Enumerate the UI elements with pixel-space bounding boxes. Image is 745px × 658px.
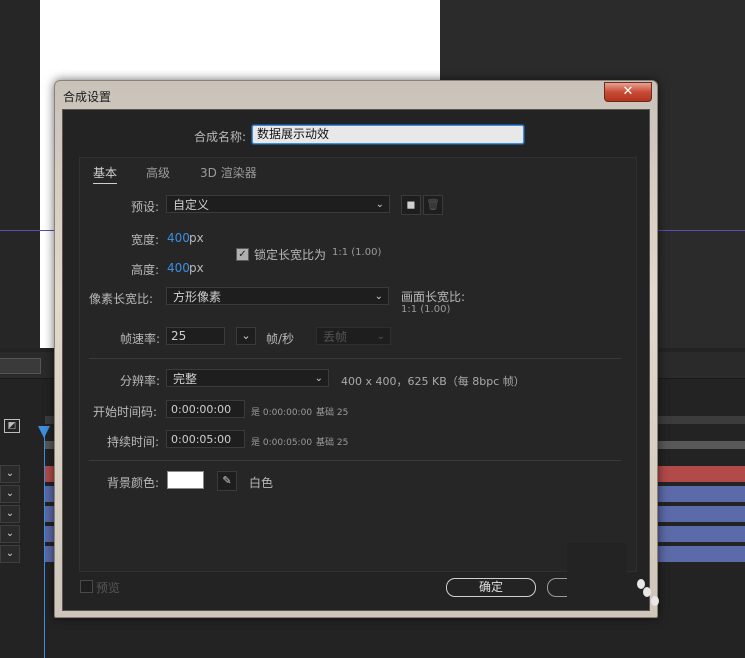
background-color-label: 背景颜色: [107,476,160,490]
tab-basic[interactable]: 基本 [93,164,118,184]
comp-icon[interactable]: ◩ [4,419,20,433]
preview-label: 预览 [96,581,121,595]
duration-input[interactable]: 0:00:05:00 [166,430,245,448]
frame-aspect-value: 1:1 (1.00) [401,304,451,315]
drop-frame-value: 丢帧 [323,330,348,344]
frame-rate-input[interactable]: 25 [166,327,225,345]
width-unit: px [189,231,204,245]
comp-name-input[interactable]: 数据展示动效 [252,125,524,144]
preset-value: 自定义 [173,198,210,212]
left-panel-strip [0,0,40,348]
frame-rate-unit: 帧/秒 [266,332,295,346]
pixel-aspect-dropdown[interactable]: 方形像素 ⌄ [166,287,389,305]
close-button[interactable]: ✕ [604,82,652,102]
layer-twirl-toggle[interactable]: ⌄ [0,465,20,483]
eyedropper-icon[interactable]: ✎ [217,471,237,491]
width-label: 宽度: [131,233,160,247]
layer-twirl-toggle[interactable]: ⌄ [0,485,20,503]
height-label: 高度: [131,263,160,277]
watermark-overlay [567,543,659,606]
duration-info: 是 0:00:05:00 [251,438,313,448]
layer-twirl-toggle[interactable]: ⌄ [0,545,20,563]
new-preset-icon[interactable]: ◼ [401,195,421,215]
width-value[interactable]: 400 [167,231,190,245]
layer-twirl-toggle[interactable]: ⌄ [0,525,20,543]
background-color-name: 白色 [249,476,274,490]
playhead-line [44,430,45,658]
lock-aspect-label: 锁定长宽比为 [254,248,327,262]
layer-twirl-toggle[interactable]: ⌄ [0,505,20,523]
resolution-label: 分辨率: [120,374,161,388]
close-icon: ✕ [622,84,634,99]
chevron-down-icon: ⌄ [314,373,323,384]
section-divider [89,460,621,461]
resolution-info: 400 x 400，625 KB（每 8bpc 帧） [341,375,525,388]
settings-panel: 基本 高级 3D 渲染器 预设: 自定义 ⌄ ◼ 🗑 宽度: 400 px ✓ … [79,157,637,572]
start-timecode-info: 是 0:00:00:00 [251,408,313,418]
preset-dropdown[interactable]: 自定义 ⌄ [166,195,390,213]
duration-label: 持续时间: [107,435,160,449]
tab-3d-renderer[interactable]: 3D 渲染器 [200,164,257,181]
height-value[interactable]: 400 [167,261,190,275]
frame-rate-dropdown[interactable]: ⌄ [236,327,256,345]
preset-label: 预设: [131,200,160,214]
timeline-search-field[interactable] [0,358,41,374]
section-divider [89,358,621,359]
start-timecode-base: 基础 25 [316,408,349,418]
composition-settings-dialog: 合成设置 ✕ 合成名称: 数据展示动效 基本 高级 3D 渲染器 预设: 自定义… [54,80,658,618]
lock-aspect-checkbox[interactable]: ✓ [236,248,249,261]
dialog-title: 合成设置 [63,90,112,104]
comp-name-label: 合成名称: [194,130,247,144]
frame-aspect-label: 画面长宽比: [401,290,466,304]
chevron-down-icon: ⌄ [374,291,383,302]
drop-frame-dropdown: 丢帧 ⌄ [316,327,391,345]
decor-dot [651,596,659,606]
duration-base: 基础 25 [316,438,349,448]
resolution-dropdown[interactable]: 完整 ⌄ [166,369,329,387]
pixel-aspect-label: 像素长宽比: [89,292,154,306]
ok-button[interactable]: 确定 [446,578,536,597]
chevron-down-icon: ⌄ [376,331,385,342]
tab-advanced[interactable]: 高级 [146,164,170,181]
preview-checkbox [80,580,93,593]
pixel-aspect-value: 方形像素 [173,290,222,304]
chevron-down-icon: ⌄ [241,329,251,342]
background-color-swatch[interactable] [167,471,204,489]
dialog-body: 合成名称: 数据展示动效 基本 高级 3D 渲染器 预设: 自定义 ⌄ ◼ 🗑 … [62,109,650,611]
chevron-down-icon: ⌄ [375,199,384,210]
decor-dot [643,587,651,597]
delete-preset-icon: 🗑 [423,195,443,215]
start-timecode-input[interactable]: 0:00:00:00 [166,400,245,418]
start-timecode-label: 开始时间码: [93,405,158,419]
resolution-value: 完整 [173,372,198,386]
height-unit: px [189,261,204,275]
lock-aspect-ratio: 1:1 (1.00) [332,247,382,258]
frame-rate-label: 帧速率: [120,332,161,346]
